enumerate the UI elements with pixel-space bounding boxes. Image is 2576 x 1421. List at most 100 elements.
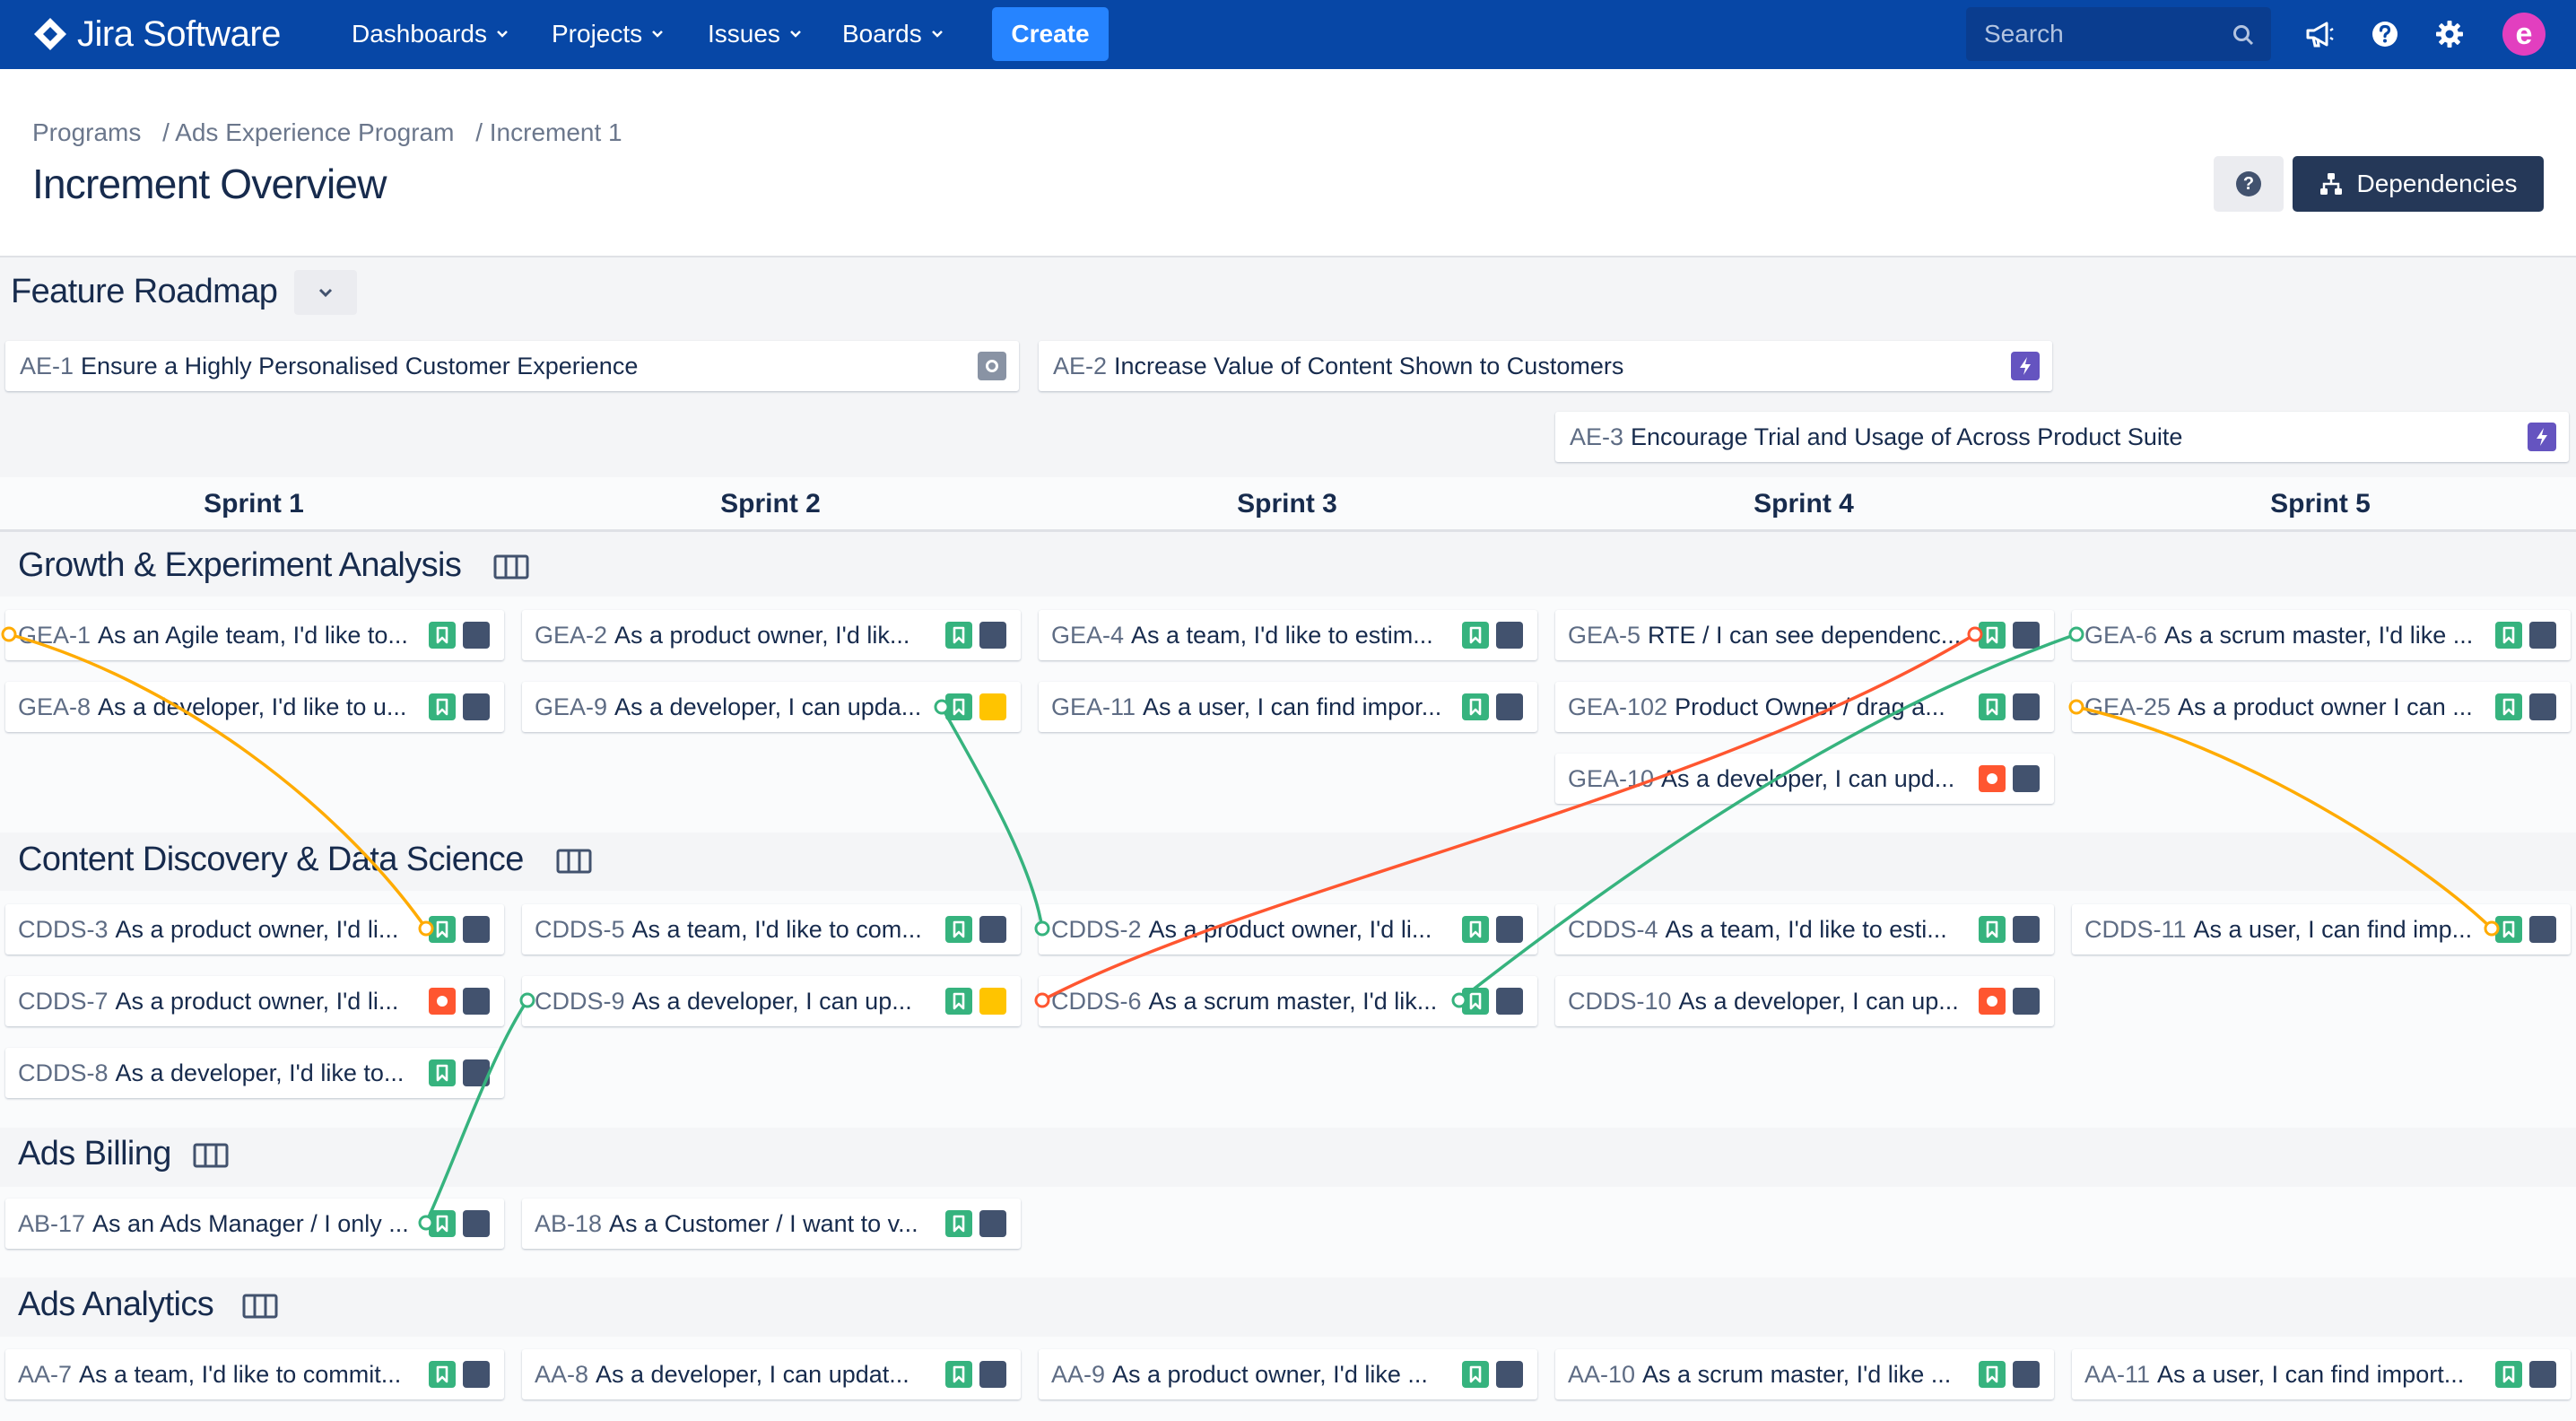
issue-card[interactable]: GEA-102Product Owner / drag a... (1555, 682, 2054, 732)
issue-card[interactable]: AA-9As a product owner, I'd like ... (1039, 1349, 1537, 1399)
help-button[interactable]: ? (2214, 156, 2284, 212)
issue-card[interactable]: GEA-4As a team, I'd like to estim... (1039, 610, 1537, 660)
issue-summary: As a team, I'd like to com... (632, 916, 922, 943)
issue-card[interactable]: AB-17As an Ads Manager / I only ... (5, 1199, 504, 1249)
issue-card[interactable]: CDDS-3As a product owner, I'd li... (5, 904, 504, 955)
breadcrumb-programs[interactable]: Programs (32, 118, 141, 146)
issue-card[interactable]: AA-11As a user, I can find import... (2072, 1349, 2571, 1399)
story-bookmark-icon (1979, 916, 2006, 943)
issue-text: CDDS-7As a product owner, I'd li... (18, 976, 418, 1026)
issue-card[interactable]: GEA-8As a developer, I'd like to u... (5, 682, 504, 732)
issue-summary: As an Agile team, I'd like to... (98, 622, 408, 649)
issue-summary: As a team, I'd like to esti... (1666, 916, 1947, 943)
issue-summary: As a product owner I can ... (2178, 693, 2473, 720)
story-bookmark-icon (945, 916, 972, 943)
issue-summary: As a product owner, I'd lik... (614, 622, 909, 649)
breadcrumb-program[interactable]: / Ads Experience Program (162, 118, 454, 146)
status-icon (2013, 622, 2040, 649)
issue-key: CDDS-11 (2084, 916, 2187, 943)
issue-summary: As a team, I'd like to commit... (79, 1361, 401, 1388)
issue-card[interactable]: AA-7As a team, I'd like to commit... (5, 1349, 504, 1399)
issue-card[interactable]: AA-10As a scrum master, I'd like ... (1555, 1349, 2054, 1399)
issue-card[interactable]: GEA-5RTE / I can see dependenc... (1555, 610, 2054, 660)
issue-summary: As a user, I can find imp... (2194, 916, 2473, 943)
issue-card[interactable]: GEA-6As a scrum master, I'd like ... (2072, 610, 2571, 660)
issue-card[interactable]: GEA-9As a developer, I can upda... (522, 682, 1021, 732)
issue-card[interactable]: CDDS-7As a product owner, I'd li... (5, 976, 504, 1026)
notifications-megaphone-icon[interactable] (2303, 18, 2336, 50)
issue-card[interactable]: CDDS-5As a team, I'd like to com... (522, 904, 1021, 955)
status-icon (2013, 765, 2040, 792)
page-title: Increment Overview (32, 160, 387, 208)
issue-card[interactable]: CDDS-10As a developer, I can up... (1555, 976, 2054, 1026)
board-columns-icon[interactable] (556, 848, 592, 875)
issue-card[interactable]: GEA-2As a product owner, I'd lik... (522, 610, 1021, 660)
status-icon (463, 1361, 490, 1388)
board-columns-icon[interactable] (193, 1142, 229, 1169)
issue-card[interactable]: GEA-10As a developer, I can upd... (1555, 754, 2054, 804)
issue-key: CDDS-3 (18, 916, 109, 943)
issue-key: GEA-10 (1568, 765, 1654, 792)
issue-card[interactable]: AB-18As a Customer / I want to v... (522, 1199, 1021, 1249)
story-bookmark-icon (1462, 988, 1489, 1015)
issue-summary: As a team, I'd like to estim... (1131, 622, 1433, 649)
user-avatar[interactable]: e (2502, 13, 2546, 56)
issue-key: CDDS-6 (1051, 988, 1142, 1015)
status-icon (2529, 693, 2556, 720)
story-bookmark-icon (1979, 622, 2006, 649)
issue-key: GEA-6 (2084, 622, 2157, 649)
issue-text: GEA-102Product Owner / drag a... (1568, 682, 1968, 732)
issue-summary: As a developer, I can up... (1679, 988, 1959, 1015)
board-columns-icon[interactable] (493, 554, 529, 580)
issue-text: CDDS-4As a team, I'd like to esti... (1568, 904, 1968, 955)
issue-card[interactable]: GEA-1As an Agile team, I'd like to... (5, 610, 504, 660)
feature-card[interactable]: AE-3 Encourage Trial and Usage of Across… (1555, 412, 2569, 462)
issue-card[interactable]: CDDS-2As a product owner, I'd li... (1039, 904, 1537, 955)
create-button[interactable]: Create (992, 7, 1109, 61)
issue-card[interactable]: CDDS-11 As a user, I can find imp... (2072, 904, 2571, 955)
issue-key: AB-18 (535, 1210, 602, 1237)
nav-projects[interactable]: Projects (552, 16, 664, 52)
issue-card[interactable]: GEA-25As a product owner I can ... (2072, 682, 2571, 732)
search-input[interactable]: Search (1966, 7, 2271, 61)
story-bookmark-icon (945, 693, 972, 720)
breadcrumb: Programs / Ads Experience Program / Incr… (32, 118, 637, 147)
issue-text: CDDS-5As a team, I'd like to com... (535, 904, 935, 955)
breadcrumb-increment[interactable]: / Increment 1 (475, 118, 622, 146)
status-icon (2013, 916, 2040, 943)
issue-summary: As a developer, I'd like to... (116, 1059, 405, 1086)
issue-card[interactable]: AA-8As a developer, I can updat... (522, 1349, 1021, 1399)
help-icon[interactable] (2369, 18, 2401, 50)
issue-card[interactable]: CDDS-8As a developer, I'd like to... (5, 1048, 504, 1098)
top-navigation-bar: Jira Software Dashboards Projects Issues… (0, 0, 2576, 69)
chevron-down-icon (318, 287, 334, 298)
epic-bolt-icon (2528, 423, 2556, 451)
issue-card[interactable]: CDDS-4As a team, I'd like to esti... (1555, 904, 2054, 955)
jira-logo[interactable]: Jira Software (32, 13, 281, 56)
status-icon (979, 988, 1006, 1015)
status-icon (463, 693, 490, 720)
issue-text: GEA-4As a team, I'd like to estim... (1051, 610, 1451, 660)
dependencies-button[interactable]: Dependencies (2293, 156, 2544, 212)
issue-key: GEA-9 (535, 693, 607, 720)
settings-gear-icon[interactable] (2433, 18, 2466, 50)
search-placeholder: Search (1984, 20, 2064, 48)
story-bookmark-icon (945, 988, 972, 1015)
status-icon (1496, 622, 1523, 649)
feature-card[interactable]: AE-1 Ensure a Highly Personalised Custom… (5, 341, 1019, 391)
board-columns-icon[interactable] (242, 1293, 278, 1320)
issue-card[interactable]: CDDS-9As a developer, I can up... (522, 976, 1021, 1026)
nav-dashboards[interactable]: Dashboards (352, 16, 509, 52)
issue-card[interactable]: CDDS-6As a scrum master, I'd lik... (1039, 976, 1537, 1026)
nav-issues[interactable]: Issues (708, 16, 802, 52)
issue-card[interactable]: GEA-11As a user, I can find impor... (1039, 682, 1537, 732)
team-title: Content Discovery & Data Science (18, 841, 524, 879)
nav-boards[interactable]: Boards (842, 16, 944, 52)
story-bookmark-icon (429, 1059, 456, 1086)
issue-key: AA-8 (535, 1361, 588, 1388)
feature-card[interactable]: AE-2 Increase Value of Content Shown to … (1039, 341, 2052, 391)
collapse-roadmap-button[interactable] (294, 270, 357, 315)
issue-text: AA-9As a product owner, I'd like ... (1051, 1349, 1451, 1399)
issue-summary: As a product owner, I'd like ... (1112, 1361, 1428, 1388)
issue-text: CDDS-8As a developer, I'd like to... (18, 1048, 418, 1098)
